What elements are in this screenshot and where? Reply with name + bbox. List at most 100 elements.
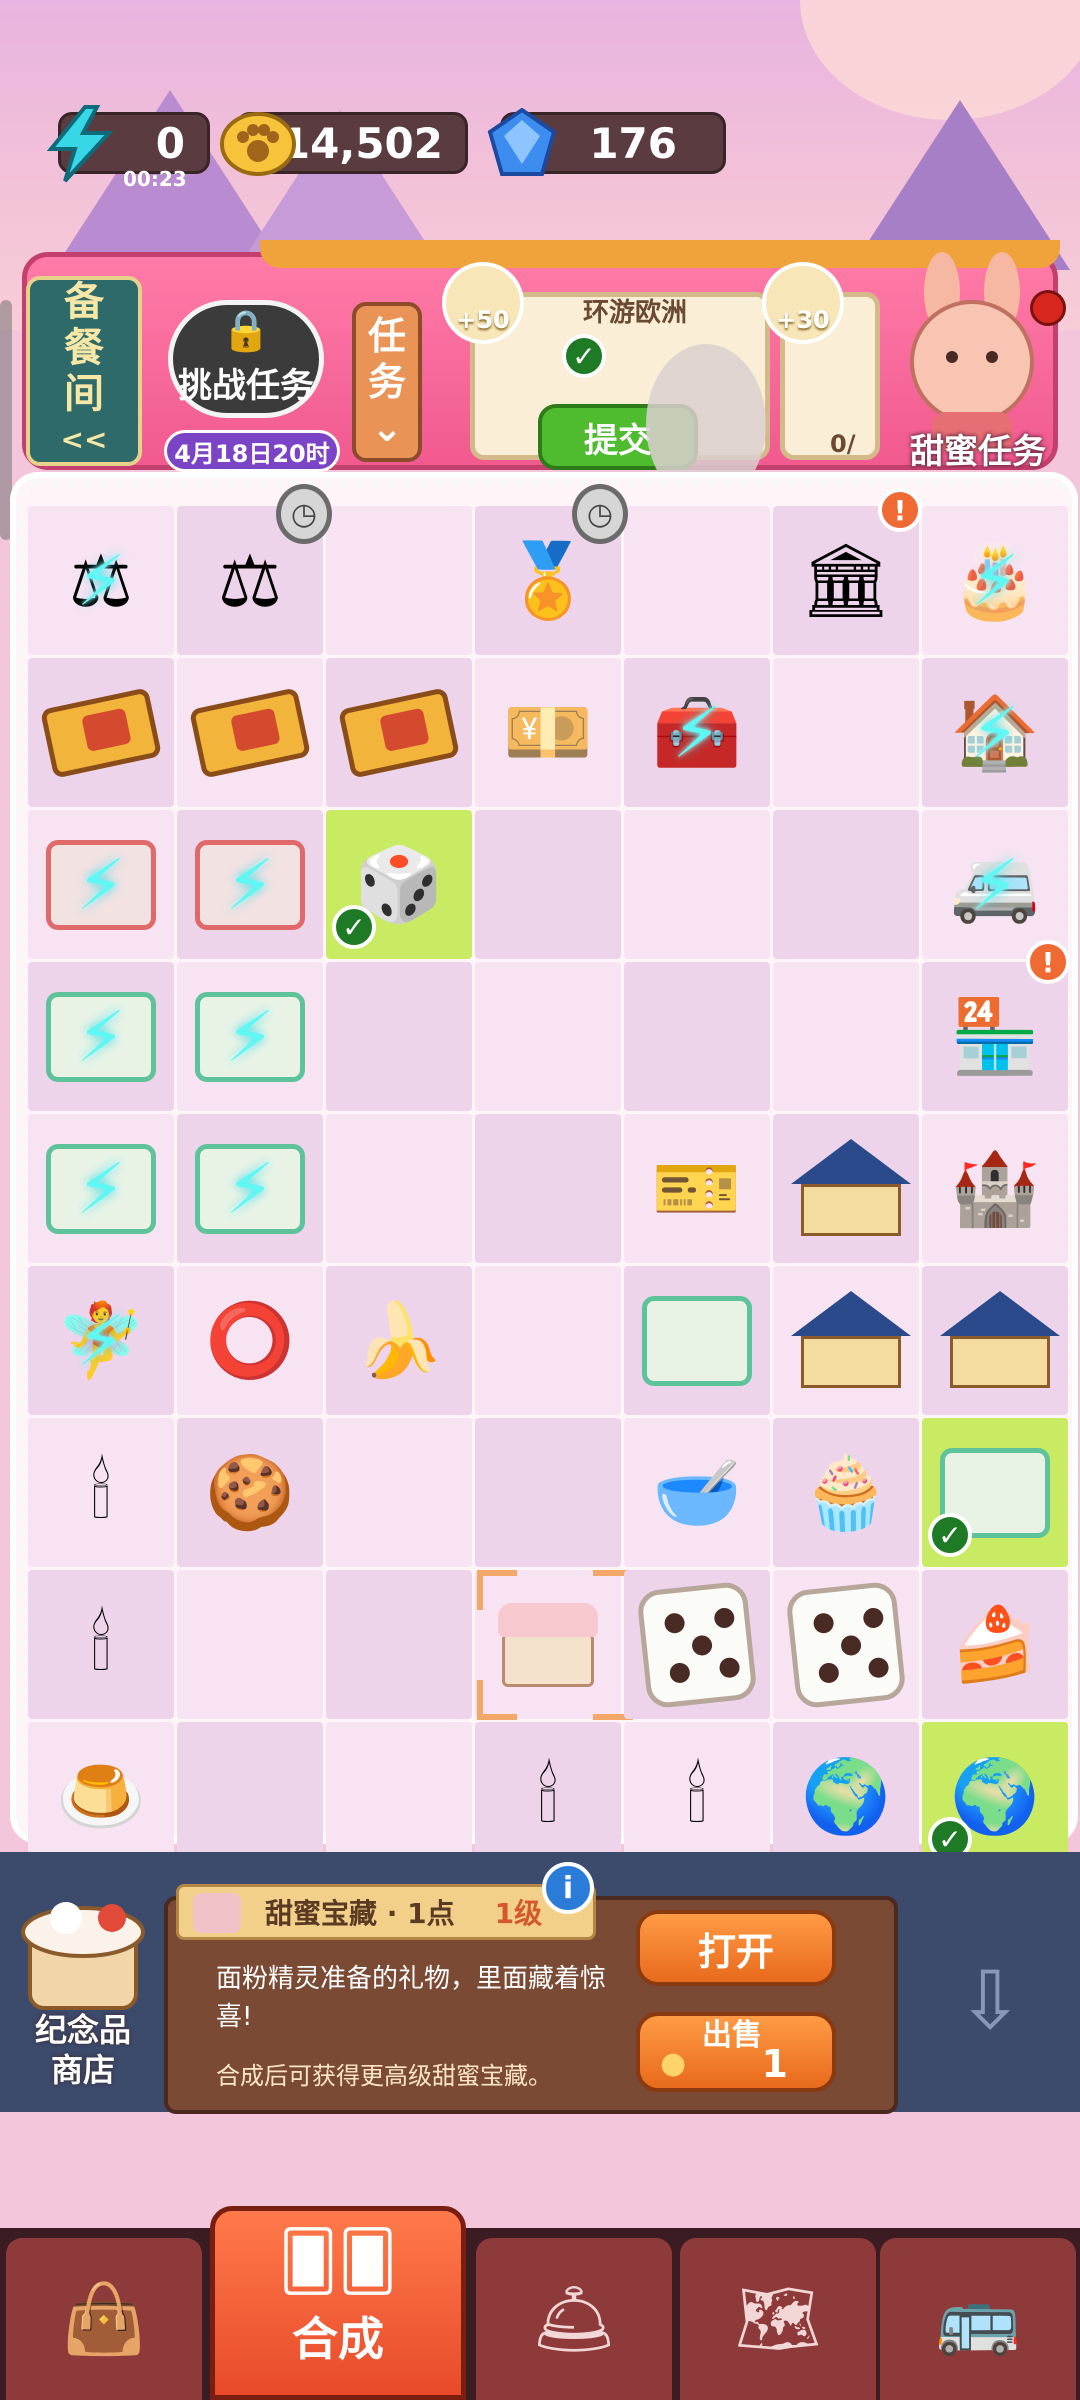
board-cell[interactable] xyxy=(177,1570,323,1719)
caravan-item[interactable]: 🚐 ⚡ xyxy=(940,830,1050,940)
board-cell[interactable]: ⚡ xyxy=(28,1114,174,1263)
cake-item[interactable]: 🎂 ⚡ xyxy=(940,526,1050,636)
board-cell[interactable]: 💴 xyxy=(475,658,621,807)
fairy-item[interactable]: 🧚 ⚡ xyxy=(46,1286,156,1396)
bank-item[interactable]: 🏛 xyxy=(791,526,901,636)
cash-red-item[interactable]: ⚡ xyxy=(46,830,156,940)
board-cell[interactable] xyxy=(326,658,472,807)
board-cell[interactable]: 🧁 xyxy=(773,1418,919,1567)
dice-item[interactable] xyxy=(636,1580,758,1709)
coupon-item[interactable] xyxy=(337,678,461,788)
inbox-download-icon[interactable]: ⇩ xyxy=(940,1950,1040,2050)
task-tab[interactable]: 任 务 ⌄ xyxy=(352,302,422,462)
board-cell[interactable]: 🍰 xyxy=(922,1570,1068,1719)
nav-merge[interactable]: 🂠🂠 合成 xyxy=(210,2206,466,2400)
cake-selected-item[interactable] xyxy=(477,1569,633,1720)
board-cell[interactable]: 🌍 xyxy=(773,1722,919,1871)
board-cell[interactable]: 🍌 xyxy=(326,1266,472,1415)
cookie-item[interactable]: 🍪 xyxy=(195,1438,305,1548)
coupon-item[interactable] xyxy=(188,678,312,788)
board-cell[interactable]: 🏠 ⚡ xyxy=(922,658,1068,807)
board-cell[interactable]: 🕯 xyxy=(28,1418,174,1567)
cash-green-item[interactable]: ⚡ xyxy=(195,982,305,1092)
board-cell[interactable] xyxy=(922,1266,1068,1415)
board-cell[interactable]: ⚡ xyxy=(177,1114,323,1263)
board-cell[interactable] xyxy=(624,962,770,1111)
board-cell[interactable] xyxy=(475,810,621,959)
board-cell[interactable] xyxy=(475,1418,621,1567)
board-cell[interactable] xyxy=(177,658,323,807)
shop-item[interactable]: 🏪 xyxy=(940,982,1050,1092)
pudding-item[interactable]: 🍮 xyxy=(46,1742,156,1852)
ticket-item[interactable]: 🎫 xyxy=(642,1134,752,1244)
challenge-task-button[interactable]: 🔒 挑战任务 xyxy=(168,300,324,418)
open-button[interactable]: 打开 xyxy=(636,1910,836,1986)
cash-green-item[interactable]: ⚡ xyxy=(46,982,156,1092)
candle-item[interactable]: 🕯 xyxy=(642,1742,752,1852)
coupon-item[interactable] xyxy=(39,678,163,788)
dice-item[interactable] xyxy=(785,1580,907,1709)
board-cell[interactable]: ✓ xyxy=(922,1418,1068,1567)
left-edge-handle[interactable] xyxy=(0,300,12,540)
board-cell[interactable]: 🧰 ⚡ xyxy=(624,658,770,807)
globe-item[interactable]: 🌍 xyxy=(791,1742,901,1852)
chest-item[interactable]: 🧰 ⚡ xyxy=(642,678,752,788)
board-cell[interactable]: 🚐 ⚡ xyxy=(922,810,1068,959)
board-cell[interactable]: ⚖ ⚡ xyxy=(28,506,174,655)
board-cell[interactable]: 🕯 xyxy=(28,1570,174,1719)
board-cell[interactable]: ⭕ xyxy=(177,1266,323,1415)
scale-item[interactable]: ⚖ ⚡ xyxy=(46,526,156,636)
banana-item[interactable]: 🍌 xyxy=(344,1286,454,1396)
cash-green-item[interactable]: ⚡ xyxy=(46,1134,156,1244)
board-cell[interactable] xyxy=(773,1114,919,1263)
cupcake-item[interactable]: 🧁 xyxy=(791,1438,901,1548)
board-cell[interactable] xyxy=(475,1266,621,1415)
board-cell[interactable]: ⚡ xyxy=(28,810,174,959)
board-cell[interactable]: ⚡ xyxy=(177,810,323,959)
board-cell[interactable] xyxy=(624,506,770,655)
nav-cloche[interactable]: 🛎 xyxy=(476,2238,672,2400)
candelabra-item[interactable]: 🕯 xyxy=(46,1438,156,1548)
candle-item[interactable]: 🕯 xyxy=(493,1742,603,1852)
board-cell[interactable] xyxy=(475,1114,621,1263)
board-cell[interactable] xyxy=(773,1570,919,1719)
palace-item[interactable]: 🏰 xyxy=(940,1134,1050,1244)
board-cell[interactable]: 🍮 xyxy=(28,1722,174,1871)
villa-item[interactable] xyxy=(940,1286,1060,1396)
board-cell[interactable]: 🌍 ✓ xyxy=(922,1722,1068,1871)
manhole-item[interactable]: ⭕ xyxy=(195,1286,305,1396)
board-cell[interactable]: 🏪 xyxy=(922,962,1068,1111)
house-item[interactable]: 🏠 ⚡ xyxy=(940,678,1050,788)
candelabra-item[interactable]: 🕯 xyxy=(46,1590,156,1700)
mixer-item[interactable]: 🥣 xyxy=(642,1438,752,1548)
medal-cake-item[interactable]: 🏅 xyxy=(493,526,603,636)
tickets-item[interactable] xyxy=(642,1286,752,1396)
board-cell[interactable] xyxy=(773,658,919,807)
info-icon[interactable]: i xyxy=(542,1862,594,1914)
board-cell[interactable] xyxy=(773,810,919,959)
board-cell[interactable] xyxy=(326,506,472,655)
gem-counter[interactable]: 176 xyxy=(487,108,726,176)
sell-button[interactable]: 出售 ● 1 xyxy=(636,2012,836,2092)
board-cell[interactable]: 🕯 xyxy=(624,1722,770,1871)
villa-item[interactable] xyxy=(791,1286,911,1396)
board-cell[interactable] xyxy=(624,1266,770,1415)
nav-bus[interactable]: 🚌 xyxy=(880,2238,1076,2400)
kitchen-side-tab[interactable]: 备 餐 间 << xyxy=(26,276,142,466)
board-cell[interactable]: 🎫 xyxy=(624,1114,770,1263)
board-cell[interactable]: 🎂 ⚡ xyxy=(922,506,1068,655)
cake-cherry-item[interactable]: 🍰 xyxy=(940,1590,1050,1700)
cash-10k-item[interactable]: 💴 xyxy=(493,678,603,788)
nav-map[interactable]: 🗺 xyxy=(680,2238,876,2400)
board-cell[interactable]: ⚡ xyxy=(177,962,323,1111)
nav-bag[interactable]: 👜 xyxy=(6,2238,202,2400)
board-cell[interactable] xyxy=(475,962,621,1111)
board-cell[interactable]: 🍪 xyxy=(177,1418,323,1567)
board-cell[interactable] xyxy=(326,1114,472,1263)
scale-item[interactable]: ⚖ xyxy=(195,526,305,636)
board-cell[interactable]: 🥣 xyxy=(624,1418,770,1567)
board-cell[interactable] xyxy=(475,1569,633,1720)
board-cell[interactable]: 🧚 ⚡ xyxy=(28,1266,174,1415)
coin-counter[interactable]: 14,502 xyxy=(220,112,468,176)
board-cell[interactable]: 🕯 xyxy=(475,1722,621,1871)
